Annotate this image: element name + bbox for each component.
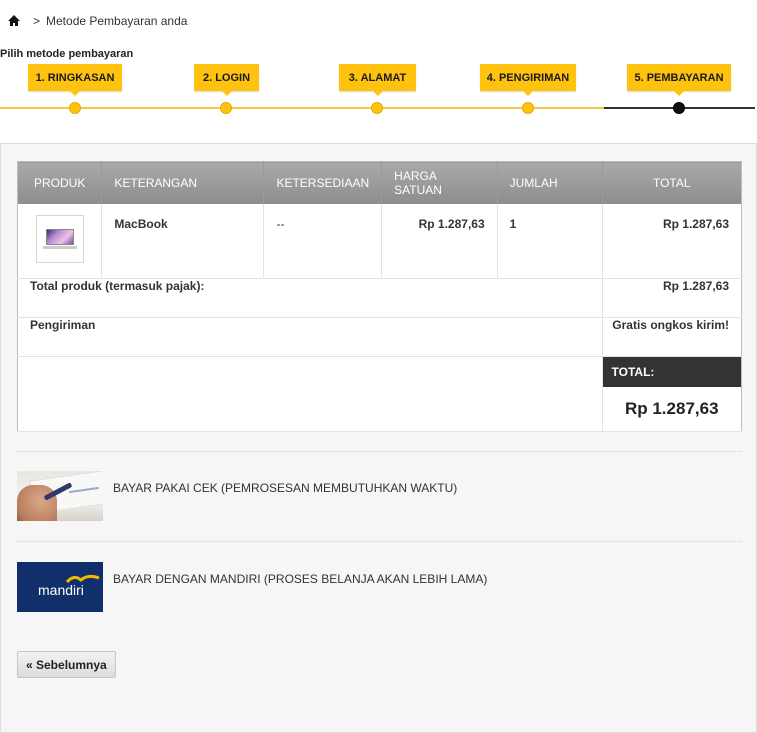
divider xyxy=(17,541,742,542)
shipping-row: Pengiriman Gratis ongkos kirim! xyxy=(17,317,742,357)
home-icon[interactable] xyxy=(7,14,21,28)
step-dot-5-current xyxy=(673,102,685,114)
step-alamat[interactable]: 3. ALAMAT xyxy=(339,64,416,96)
cheque-image[interactable] xyxy=(17,471,103,521)
header-total: TOTAL xyxy=(602,161,742,204)
header-product: PRODUK xyxy=(17,161,103,204)
header-unit-price: HARGA SATUAN xyxy=(381,161,498,204)
payment-link-cheque[interactable]: BAYAR PAKAI CEK (PEMROSESAN MEMBUTUHKAN … xyxy=(113,481,457,495)
grand-total-cell: TOTAL: Rp 1.287,63 xyxy=(602,356,742,432)
cart-summary-table: PRODUK KETERANGAN KETERSEDIAAN HARGA SAT… xyxy=(17,161,742,432)
payment-link-mandiri[interactable]: BAYAR DENGAN MANDIRI (PROSES BELANJA AKA… xyxy=(113,572,487,586)
breadcrumb: > Metode Pembayaran anda xyxy=(7,13,187,29)
mandiri-logo[interactable]: mandiri xyxy=(17,562,103,612)
step-dot-1 xyxy=(69,102,81,114)
total-products-row: Total produk (termasuk pajak): Rp 1.287,… xyxy=(17,278,742,318)
step-label: 4. PENGIRIMAN xyxy=(486,71,570,84)
mandiri-logo-text: mandiri xyxy=(38,582,84,598)
breadcrumb-separator: > xyxy=(33,14,41,28)
checkout-steps: 1. RINGKASAN 2. LOGIN 3. ALAMAT 4. PENGI… xyxy=(0,62,757,122)
payment-option-cheque[interactable]: BAYAR PAKAI CEK (PEMROSESAN MEMBUTUHKAN … xyxy=(17,471,457,521)
total-products-value: Rp 1.287,63 xyxy=(602,278,742,318)
grand-total-row: TOTAL: Rp 1.287,63 xyxy=(17,356,742,432)
payment-panel: PRODUK KETERANGAN KETERSEDIAAN HARGA SAT… xyxy=(0,143,757,733)
step-login[interactable]: 2. LOGIN xyxy=(194,64,259,96)
step-dot-3 xyxy=(371,102,383,114)
grand-total-label: TOTAL: xyxy=(602,357,741,387)
product-image-cell xyxy=(17,203,103,279)
product-unit-price: Rp 1.287,63 xyxy=(381,203,498,279)
header-availability: KETERSEDIAAN xyxy=(263,161,383,204)
total-products-label: Total produk (termasuk pajak): xyxy=(17,278,603,318)
header-quantity: JUMLAH xyxy=(497,161,603,204)
payment-option-mandiri[interactable]: mandiri BAYAR DENGAN MANDIRI (PROSES BEL… xyxy=(17,562,487,612)
table-row: MacBook -- Rp 1.287,63 1 Rp 1.287,63 xyxy=(17,203,742,279)
shipping-value: Gratis ongkos kirim! xyxy=(602,317,742,357)
product-total: Rp 1.287,63 xyxy=(602,203,742,279)
divider xyxy=(17,451,742,452)
step-label: 5. PEMBAYARAN xyxy=(634,71,724,84)
step-dot-4 xyxy=(522,102,534,114)
grand-total-value: Rp 1.287,63 xyxy=(624,399,719,418)
steps-title: Pilih metode pembayaran xyxy=(0,48,134,60)
product-thumbnail[interactable] xyxy=(36,214,84,263)
progress-line-done xyxy=(0,107,604,109)
header-description: KETERANGAN xyxy=(101,161,265,204)
step-label: 1. RINGKASAN xyxy=(35,71,115,84)
step-ringkasan[interactable]: 1. RINGKASAN xyxy=(28,64,122,96)
grand-total-spacer xyxy=(17,356,603,432)
step-dot-2 xyxy=(220,102,232,114)
shipping-label: Pengiriman xyxy=(17,317,603,357)
cart-header-row: PRODUK KETERANGAN KETERSEDIAAN HARGA SAT… xyxy=(17,161,742,204)
step-pengiriman[interactable]: 4. PENGIRIMAN xyxy=(480,64,576,96)
previous-button[interactable]: « Sebelumnya xyxy=(17,651,116,678)
step-label: 2. LOGIN xyxy=(202,71,251,84)
product-availability: -- xyxy=(263,203,383,279)
breadcrumb-current: Metode Pembayaran anda xyxy=(46,14,188,28)
product-name[interactable]: MacBook xyxy=(101,203,265,279)
product-quantity: 1 xyxy=(497,203,603,279)
step-label: 3. ALAMAT xyxy=(348,71,407,84)
step-pembayaran: 5. PEMBAYARAN xyxy=(627,64,731,96)
